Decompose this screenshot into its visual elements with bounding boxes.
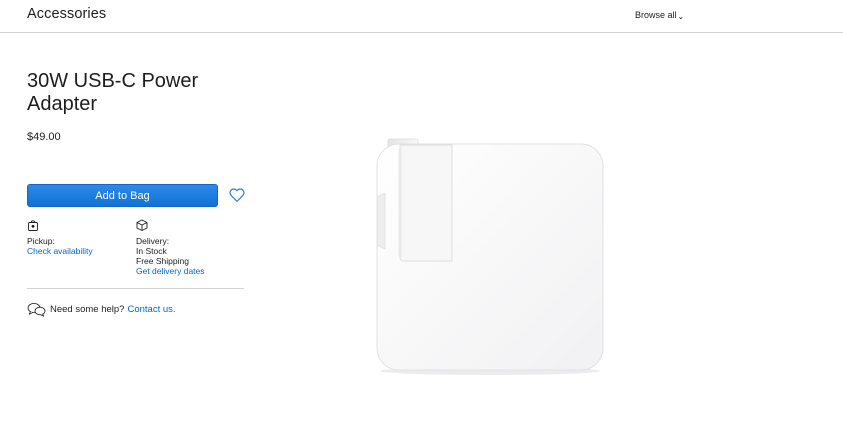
divider: [27, 288, 244, 289]
contact-us-link[interactable]: Contact us.: [127, 304, 175, 315]
box-icon: [136, 219, 148, 231]
chevron-down-icon: ⌄: [677, 12, 685, 21]
pickup-label: Pickup:: [27, 236, 55, 246]
chat-bubbles-icon: [27, 303, 46, 317]
heart-icon[interactable]: [228, 186, 246, 204]
delivery-label: Delivery:: [136, 236, 170, 246]
power-adapter-image: [376, 138, 604, 375]
help-row: Need some help? Contact us.: [27, 302, 176, 317]
delivery-info: Delivery: In Stock Free Shipping Get del…: [136, 219, 205, 276]
delivery-shipping: Free Shipping: [136, 256, 189, 266]
check-availability-link[interactable]: Check availability: [27, 246, 93, 256]
delivery-stock: In Stock: [136, 246, 167, 256]
browse-all-menu[interactable]: Browse all⌄: [635, 10, 684, 21]
store-icon: [28, 220, 38, 231]
product-price: $49.00: [27, 131, 61, 143]
product-title: 30W USB-C Power Adapter: [27, 70, 199, 115]
top-nav-bar: Accessories Browse all⌄: [0, 0, 843, 33]
get-delivery-dates-link[interactable]: Get delivery dates: [136, 266, 205, 276]
help-text: Need some help?: [50, 304, 125, 315]
pickup-info: Pickup: Check availability: [27, 219, 93, 256]
nav-title[interactable]: Accessories: [27, 6, 106, 22]
add-to-bag-button[interactable]: Add to Bag: [27, 184, 218, 207]
browse-all-label: Browse all: [635, 10, 677, 20]
